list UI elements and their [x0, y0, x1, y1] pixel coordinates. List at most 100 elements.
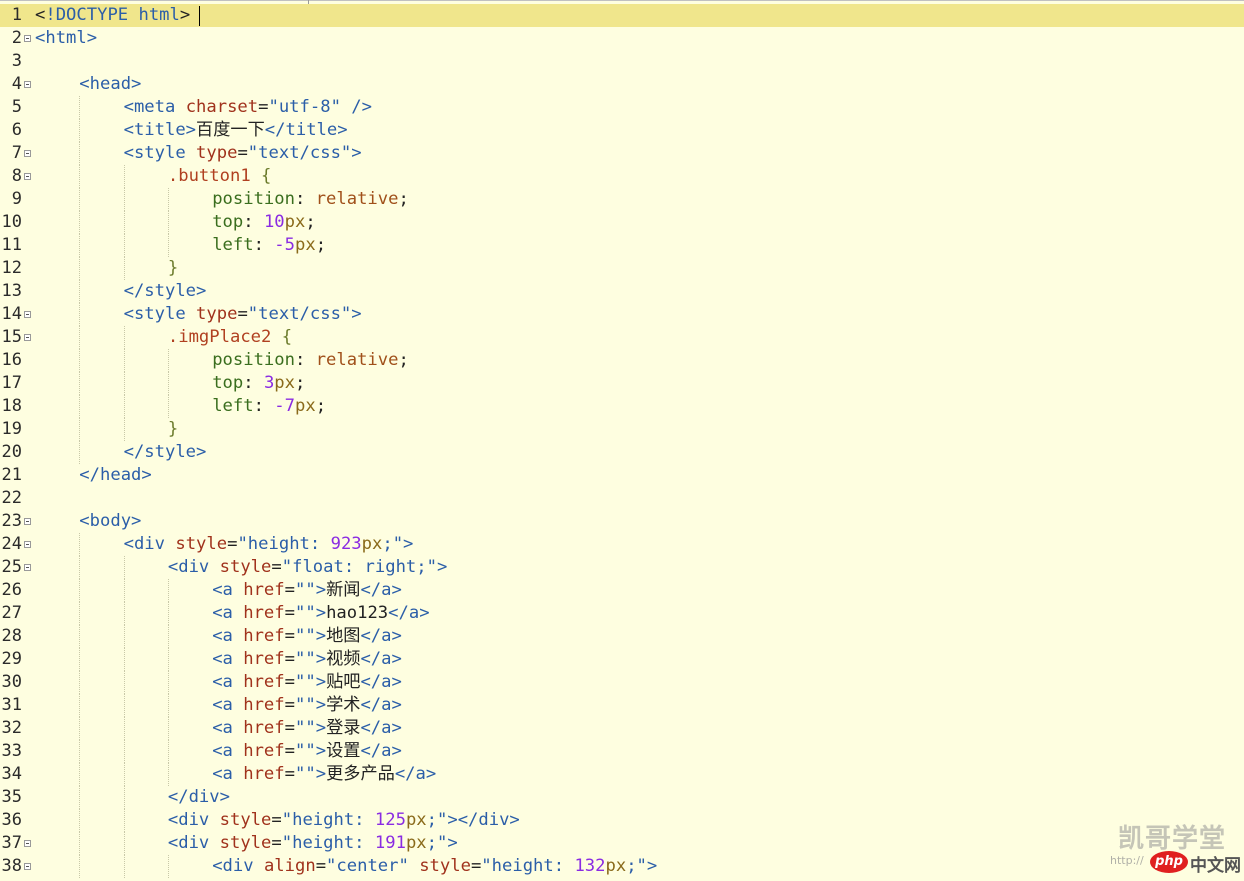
code-text[interactable]: </style>: [124, 441, 207, 464]
code-line[interactable]: 37 <div style="height: 191px;">: [0, 832, 1244, 855]
code-line[interactable]: 31 <a href="">学术</a>: [0, 694, 1244, 717]
fold-toggle-icon[interactable]: [24, 863, 31, 870]
code-line[interactable]: 12}: [0, 257, 1244, 280]
code-line[interactable]: 11 left: -5px;: [0, 234, 1244, 257]
code-line[interactable]: 25 <div style="float: right;">: [0, 556, 1244, 579]
code-line[interactable]: 3: [0, 50, 1244, 73]
code-text[interactable]: <a href="">设置</a>: [212, 740, 402, 763]
code-text[interactable]: <a href="">登录</a>: [212, 717, 402, 740]
code-line[interactable]: 20 </style>: [0, 441, 1244, 464]
code-text[interactable]: <a href="">学术</a>: [212, 694, 402, 717]
fold-toggle-icon[interactable]: [24, 840, 31, 847]
line-number: 1: [11, 5, 22, 25]
code-line[interactable]: 2 <html>: [0, 27, 1244, 50]
code-line[interactable]: 21 </head>: [0, 464, 1244, 487]
code-text[interactable]: .button1 {: [168, 165, 272, 188]
code-line[interactable]: 28 <a href="">地图</a>: [0, 625, 1244, 648]
code-editor[interactable]: 1 <!DOCTYPE html> 2 <html> 3 4 <head> 5 <meta ch…: [0, 0, 1244, 881]
fold-toggle-icon[interactable]: [24, 311, 31, 318]
code-line[interactable]: 4 <head>: [0, 73, 1244, 96]
code-line[interactable]: 36 <div style="height: 125px;"></div>: [0, 809, 1244, 832]
code-text[interactable]: <a href="">地图</a>: [212, 625, 402, 648]
code-line[interactable]: 26 <a href="">新闻</a>: [0, 579, 1244, 602]
line-number: 23: [1, 511, 22, 531]
code-token: <div: [167, 557, 220, 577]
code-token: =: [237, 304, 248, 324]
code-line[interactable]: 33 <a href="">设置</a>: [0, 740, 1244, 763]
code-text[interactable]: <body>: [79, 510, 141, 533]
code-line[interactable]: 32 <a href="">登录</a>: [0, 717, 1244, 740]
code-text[interactable]: </head>: [79, 464, 151, 487]
code-text[interactable]: <a href="">贴吧</a>: [212, 671, 402, 694]
code-text[interactable]: <meta charset="utf-8" />: [124, 96, 372, 119]
code-text[interactable]: </style>: [124, 280, 207, 303]
code-text[interactable]: <!DOCTYPE html>: [35, 4, 190, 27]
code-text[interactable]: </div>: [168, 786, 230, 809]
code-text[interactable]: <a href="">hao123</a>: [212, 602, 429, 625]
code-text[interactable]: <div style="height: 191px;">: [168, 832, 458, 855]
fold-toggle-icon[interactable]: [24, 150, 31, 157]
code-text[interactable]: .imgPlace2 {: [168, 326, 292, 349]
code-text[interactable]: <head>: [79, 73, 141, 96]
code-token: :: [253, 235, 275, 255]
indent-guide: [123, 372, 125, 395]
code-text[interactable]: position: relative;: [212, 349, 409, 372]
code-token: }: [167, 258, 179, 278]
line-number-gutter: 28: [0, 625, 33, 648]
code-line[interactable]: 15 .imgPlace2 {: [0, 326, 1244, 349]
fold-toggle-icon[interactable]: [24, 173, 31, 180]
code-line[interactable]: 5 <meta charset="utf-8" />: [0, 96, 1244, 119]
code-line[interactable]: 22: [0, 487, 1244, 510]
code-line[interactable]: 27 <a href="">hao123</a>: [0, 602, 1244, 625]
code-line[interactable]: 7 <style type="text/css">: [0, 142, 1244, 165]
code-text[interactable]: <a href="">视频</a>: [212, 648, 402, 671]
code-line[interactable]: 16 position: relative;: [0, 349, 1244, 372]
line-number: 5: [11, 97, 22, 117]
code-line[interactable]: 1 <!DOCTYPE html>: [0, 4, 1244, 27]
code-text[interactable]: <style type="text/css">: [124, 142, 362, 165]
code-text[interactable]: <html>: [35, 27, 97, 50]
code-line[interactable]: 10 top: 10px;: [0, 211, 1244, 234]
fold-toggle-icon[interactable]: [24, 564, 31, 571]
code-text[interactable]: <a href="">更多产品</a>: [212, 763, 436, 786]
code-line[interactable]: 14 <style type="text/css">: [0, 303, 1244, 326]
code-line[interactable]: 19}: [0, 418, 1244, 441]
code-text[interactable]: <title>百度一下</title>: [124, 119, 348, 142]
code-line[interactable]: 38 <div align="center" style="height: 132…: [0, 855, 1244, 878]
code-text[interactable]: <div style="float: right;">: [168, 556, 447, 579]
fold-toggle-icon[interactable]: [24, 334, 31, 341]
code-line[interactable]: 34 <a href="">更多产品</a>: [0, 763, 1244, 786]
code-line[interactable]: 17 top: 3px;: [0, 372, 1244, 395]
code-text[interactable]: <style type="text/css">: [124, 303, 362, 326]
code-line[interactable]: 6 <title>百度一下</title>: [0, 119, 1244, 142]
line-number-gutter: 10: [0, 211, 33, 234]
code-token: 百度一下: [196, 120, 265, 140]
code-line[interactable]: 24 <div style="height: 923px;">: [0, 533, 1244, 556]
code-line[interactable]: 35 </div>: [0, 786, 1244, 809]
fold-toggle-icon[interactable]: [24, 35, 31, 42]
code-line[interactable]: 18 left: -7px;: [0, 395, 1244, 418]
code-line[interactable]: 29 <a href="">视频</a>: [0, 648, 1244, 671]
code-line[interactable]: 9 position: relative;: [0, 188, 1244, 211]
fold-toggle-icon[interactable]: [24, 541, 31, 548]
code-text[interactable]: <div style="height: 923px;">: [124, 533, 414, 556]
code-text[interactable]: <div align="center" style="height: 132px…: [212, 855, 657, 878]
fold-toggle-icon[interactable]: [24, 81, 31, 88]
code-text[interactable]: top: 10px;: [212, 211, 316, 234]
code-line[interactable]: 8 .button1 {: [0, 165, 1244, 188]
code-text[interactable]: position: relative;: [212, 188, 409, 211]
code-text[interactable]: }: [168, 257, 178, 280]
code-text[interactable]: <div style="height: 125px;"></div>: [168, 809, 520, 832]
line-number: 27: [1, 603, 22, 623]
code-text[interactable]: left: -5px;: [212, 234, 326, 257]
line-number-gutter: 29: [0, 648, 33, 671]
code-text[interactable]: }: [168, 418, 178, 441]
code-text[interactable]: top: 3px;: [212, 372, 305, 395]
code-text[interactable]: left: -7px;: [212, 395, 326, 418]
code-text[interactable]: <a href="">新闻</a>: [212, 579, 402, 602]
code-token: href: [243, 718, 285, 738]
code-line[interactable]: 30 <a href="">贴吧</a>: [0, 671, 1244, 694]
code-line[interactable]: 13 </style>: [0, 280, 1244, 303]
fold-toggle-icon[interactable]: [24, 518, 31, 525]
code-line[interactable]: 23 <body>: [0, 510, 1244, 533]
